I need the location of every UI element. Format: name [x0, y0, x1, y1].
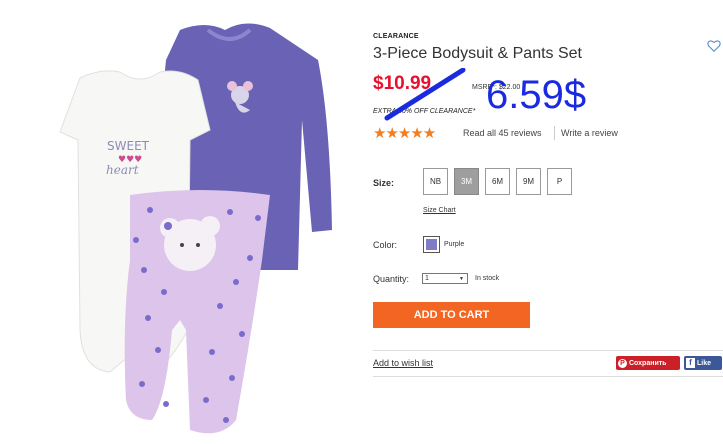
- review-divider: [554, 126, 555, 140]
- product-info: CLEARANCE 3-Piece Bodysuit & Pants Set $…: [373, 0, 723, 444]
- add-to-cart-button[interactable]: ADD TO CART: [373, 302, 530, 328]
- color-name: Purple: [444, 241, 465, 248]
- divider: [373, 376, 723, 377]
- handwritten-new-price: 6.59$: [486, 73, 587, 117]
- pinterest-icon: P: [618, 358, 627, 368]
- quantity-label: Quantity:: [373, 274, 410, 284]
- quantity-select[interactable]: 1 ▼: [422, 273, 468, 284]
- color-label: Color:: [373, 240, 398, 250]
- facebook-icon: f: [686, 358, 695, 368]
- size-option-p[interactable]: P: [547, 168, 572, 195]
- divider: [373, 350, 723, 351]
- size-option-nb[interactable]: NB: [423, 168, 448, 195]
- size-option-6m[interactable]: 6M: [485, 168, 510, 195]
- pinterest-label: Сохранить: [629, 359, 667, 367]
- pink-pants: [124, 190, 271, 434]
- clearance-badge: CLEARANCE: [373, 33, 419, 40]
- rating-stars[interactable]: ★★★★★: [373, 124, 436, 142]
- facebook-like-button[interactable]: f Like: [684, 356, 722, 370]
- product-image: SWEET ♥♥♥ heart: [59, 23, 332, 434]
- size-option-3m[interactable]: 3M: [454, 168, 479, 195]
- size-option-9m[interactable]: 9M: [516, 168, 541, 195]
- chevron-down-icon: ▼: [459, 276, 464, 282]
- pinterest-save-button[interactable]: P Сохранить: [616, 356, 680, 370]
- color-swatch-purple[interactable]: [423, 236, 440, 253]
- extra-off-promo: EXTRA 40% OFF CLEARANCE*: [373, 108, 476, 115]
- svg-text:heart: heart: [106, 163, 139, 177]
- product-price: $10.99: [373, 73, 432, 94]
- quantity-value: 1: [425, 275, 429, 282]
- read-reviews-link[interactable]: Read all 45 reviews: [463, 128, 542, 138]
- add-to-wish-list-link[interactable]: Add to wish list: [373, 358, 433, 368]
- size-label: Size:: [373, 178, 395, 188]
- write-review-link[interactable]: Write a review: [561, 128, 618, 138]
- size-chart-link[interactable]: Size Chart: [423, 207, 456, 214]
- stock-status: In stock: [475, 275, 500, 282]
- facebook-label: Like: [697, 359, 712, 367]
- heart-icon[interactable]: [707, 39, 721, 53]
- product-title: 3-Piece Bodysuit & Pants Set: [373, 45, 582, 62]
- svg-text:SWEET: SWEET: [107, 139, 150, 153]
